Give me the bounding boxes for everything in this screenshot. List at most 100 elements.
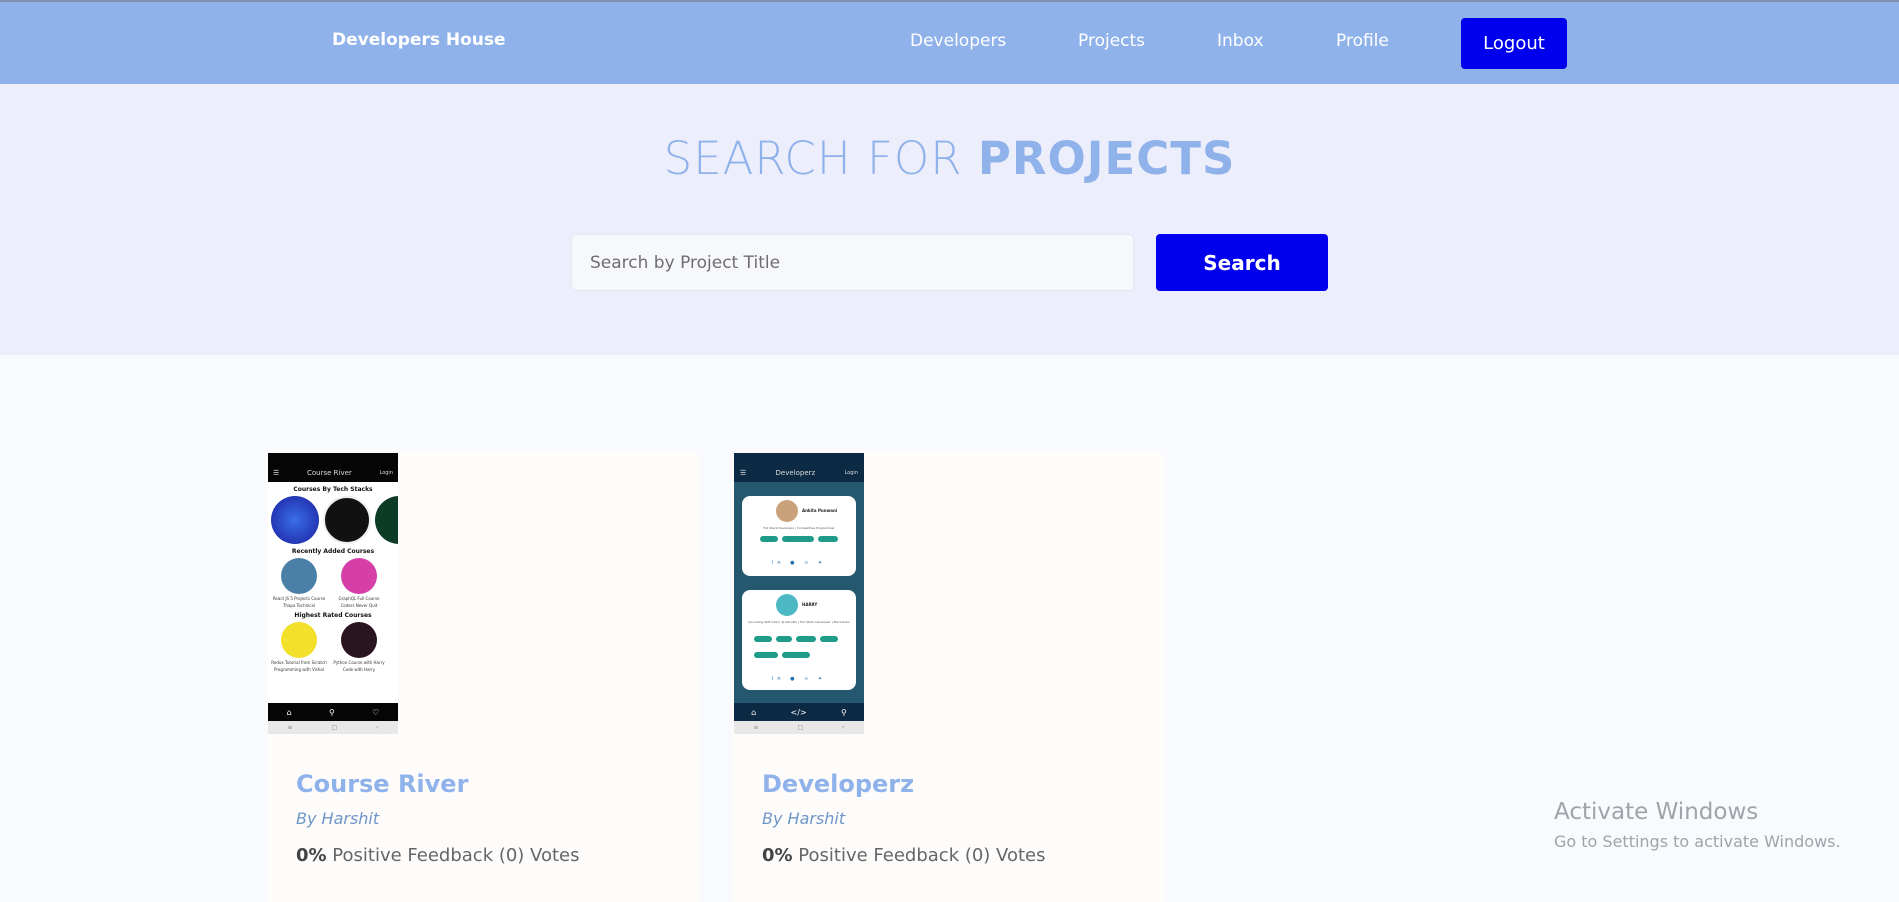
project-thumbnail[interactable]: ☰ Developerz Login Ankita Punwani Full S… — [734, 453, 864, 734]
developer-avatar — [776, 594, 798, 616]
feedback-percent: 0% — [762, 845, 793, 866]
nav-link-profile[interactable]: Profile — [1336, 31, 1389, 51]
search-icon: ⚲ — [329, 707, 335, 717]
phone-section-heading: Highest Rated Courses — [294, 612, 372, 619]
phone-section-heading: Courses By Tech Stacks — [293, 486, 373, 493]
project-author[interactable]: By Harshit — [762, 809, 845, 828]
back-icon: ‹ — [842, 724, 845, 731]
home-icon: ⌂ — [286, 707, 292, 717]
home-icon: ⌂ — [751, 707, 757, 717]
developer-name: Ankita Punwani — [802, 508, 838, 513]
nav-link-inbox[interactable]: Inbox — [1217, 31, 1264, 51]
phone-login-label: Login — [379, 469, 394, 476]
project-card[interactable]: ☰ Course River Login Courses By Tech Sta… — [266, 450, 699, 902]
home-button-icon: □ — [331, 724, 338, 731]
feedback-text: Positive Feedback (0) Votes — [326, 845, 580, 866]
nav-link-developers[interactable]: Developers — [910, 31, 1006, 51]
page-title-bold: PROJECTS — [977, 132, 1236, 185]
skill-tag — [782, 652, 810, 658]
phone-bottom-nav: ⌂ ⚲ ♡ — [268, 703, 398, 721]
search-hero: SEARCH FOR PROJECTS Search — [0, 84, 1899, 355]
windows-activation-title: Activate Windows — [1554, 799, 1759, 825]
phone-status-bar — [268, 453, 398, 463]
phone-app-title: Developerz — [775, 468, 816, 477]
page-title: SEARCH FOR PROJECTS — [0, 132, 1899, 185]
skill-tag — [782, 536, 814, 542]
recents-icon: ≡ — [753, 724, 759, 731]
developer-card: HARRY Upcoming SDE Intern @ Deloitte | F… — [742, 590, 856, 690]
skill-tag — [796, 636, 816, 642]
developer-card: Ankita Punwani Full Stack Developer | Co… — [742, 496, 856, 576]
social-links: in ● ∞ ✦ — [771, 560, 827, 566]
project-title[interactable]: Developerz — [762, 770, 914, 798]
course-item: React JS 5 Projects Course Thapa Technic… — [271, 558, 327, 608]
feedback-text: Positive Feedback (0) Votes — [792, 845, 1046, 866]
developer-bio: Upcoming SDE Intern @ Deloitte | Full St… — [748, 620, 850, 624]
phone-content: Ankita Punwani Full Stack Developer | Co… — [734, 482, 864, 703]
top-navbar: Developers House Developers Projects Inb… — [0, 0, 1899, 84]
course-name: Redux Tutorial from Scratch — [271, 660, 327, 665]
skill-tag — [776, 636, 792, 642]
course-thumbnail — [281, 558, 317, 594]
heart-icon: ♡ — [372, 707, 380, 717]
course-thumbnail — [341, 622, 377, 658]
phone-system-nav: ≡ □ ‹ — [734, 721, 864, 734]
course-item: GraphQL Full Course Coders Never Quit — [331, 558, 387, 608]
course-thumbnail — [341, 558, 377, 594]
course-thumbnail — [281, 622, 317, 658]
code-icon: </> — [790, 707, 807, 717]
skill-tag — [754, 652, 778, 658]
developer-bio: Full Stack Developer | Competitive Progr… — [763, 526, 835, 530]
phone-bottom-nav: ⌂ </> ⚲ — [734, 703, 864, 721]
course-author: Coders Never Quit — [340, 603, 378, 608]
phone-app-title: Course River — [306, 468, 352, 477]
course-author: Programming with Vishal — [274, 667, 324, 672]
course-author: Code with Harry — [342, 667, 376, 672]
recents-icon: ≡ — [287, 724, 293, 731]
course-item: Redux Tutorial from Scratch Programming … — [271, 622, 327, 672]
skill-tag — [760, 536, 778, 542]
skill-tag — [754, 636, 772, 642]
windows-activation-subtitle: Go to Settings to activate Windows. — [1554, 832, 1841, 851]
home-button-icon: □ — [797, 724, 804, 731]
developer-name: HARRY — [802, 602, 818, 607]
skill-tag — [820, 636, 838, 642]
social-links: in ● ∞ ✦ — [771, 676, 827, 682]
menu-icon: ☰ — [740, 468, 747, 477]
course-author: Thapa Technical — [282, 603, 316, 608]
course-item: Python Course with Harry Code with Harry — [331, 622, 387, 672]
project-feedback: 0% Positive Feedback (0) Votes — [296, 845, 580, 866]
phone-section-heading: Recently Added Courses — [291, 548, 375, 555]
react-logo-icon — [271, 496, 319, 544]
top-rated-courses-row: Redux Tutorial from Scratch Programming … — [268, 622, 398, 672]
phone-app-bar: ☰ Developerz Login — [734, 463, 864, 482]
logout-button[interactable]: Logout — [1461, 18, 1567, 69]
phone-app-bar: ☰ Course River Login — [268, 463, 398, 482]
project-feedback: 0% Positive Feedback (0) Votes — [762, 845, 1046, 866]
phone-system-nav: ≡ □ ‹ — [268, 721, 398, 734]
flutter-logo-icon — [323, 496, 371, 544]
developer-avatar — [776, 500, 798, 522]
brand-logo[interactable]: Developers House — [332, 30, 506, 50]
tech-stack-row — [268, 496, 398, 544]
course-name: Python Course with Harry — [333, 660, 385, 665]
skill-tag — [818, 536, 838, 542]
page-title-light: SEARCH FOR — [663, 132, 978, 185]
course-name: GraphQL Full Course — [338, 596, 380, 601]
search-icon: ⚲ — [840, 707, 847, 717]
back-icon: ‹ — [376, 724, 379, 731]
search-button[interactable]: Search — [1156, 234, 1328, 291]
feedback-percent: 0% — [296, 845, 327, 866]
phone-login-label: Login — [844, 469, 859, 476]
project-thumbnail[interactable]: ☰ Course River Login Courses By Tech Sta… — [268, 453, 398, 734]
project-card[interactable]: ☰ Developerz Login Ankita Punwani Full S… — [732, 450, 1165, 902]
recent-courses-row: React JS 5 Projects Course Thapa Technic… — [268, 558, 398, 608]
phone-status-bar — [734, 453, 864, 463]
menu-icon: ☰ — [273, 468, 280, 477]
project-author[interactable]: By Harshit — [296, 809, 379, 828]
search-input[interactable] — [571, 234, 1134, 291]
nav-link-projects[interactable]: Projects — [1078, 31, 1145, 51]
project-title[interactable]: Course River — [296, 770, 468, 798]
course-name: React JS 5 Projects Course — [272, 596, 326, 601]
django-logo-icon — [375, 496, 398, 544]
